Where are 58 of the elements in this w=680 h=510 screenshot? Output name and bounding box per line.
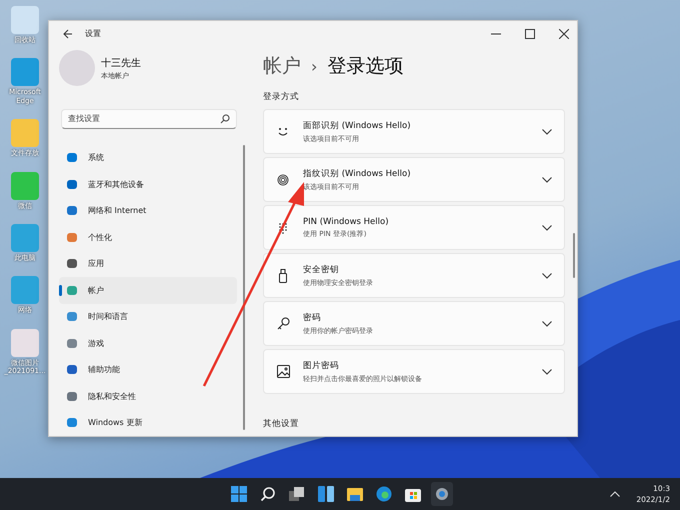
sidebar-item[interactable]: 个性化 xyxy=(59,224,237,250)
category-icon xyxy=(67,365,77,374)
option-title: 安全密钥 xyxy=(303,264,340,276)
category-icon xyxy=(67,418,77,428)
chevron-down-icon xyxy=(542,176,552,182)
category-icon xyxy=(67,392,77,401)
option-title: 面部识别 (Windows Hello) xyxy=(303,120,412,132)
category-icon xyxy=(67,312,77,322)
sidebar-item[interactable]: 游戏 xyxy=(59,330,237,356)
sidebar-item[interactable]: 蓝牙和其他设备 xyxy=(59,171,237,198)
image-thumbnail[interactable] xyxy=(11,328,39,357)
usb-key-icon xyxy=(276,268,290,282)
page-title: 登录选项 xyxy=(327,54,404,79)
key-icon xyxy=(276,317,290,330)
option-title: 指纹识别 (Windows Hello) xyxy=(303,168,412,180)
category-icon xyxy=(67,232,77,242)
category-icon xyxy=(67,338,77,348)
sidebar-item[interactable]: 应用 xyxy=(59,250,237,277)
category-icon xyxy=(67,206,77,216)
sidebar-item[interactable]: 隐私和安全性 xyxy=(59,383,237,410)
scrollbar[interactable] xyxy=(573,233,575,278)
caret-up-icon[interactable] xyxy=(610,491,620,497)
option-title: PIN (Windows Hello) xyxy=(303,216,390,226)
profile-name: 十三先生 xyxy=(101,56,141,70)
image-icon xyxy=(276,365,290,378)
chevron-down-icon xyxy=(542,128,552,134)
maximize-icon[interactable] xyxy=(525,29,535,39)
gear-icon[interactable] xyxy=(431,482,453,506)
back-arrow-icon[interactable] xyxy=(63,28,73,39)
sidebar-item[interactable]: 网络和 Internet xyxy=(59,198,237,224)
category-icon xyxy=(67,153,77,162)
breadcrumb-link[interactable]: 帐户 xyxy=(263,53,301,79)
section-heading: 其他设置 xyxy=(263,418,300,430)
chevron-down-icon xyxy=(542,224,552,230)
chevron-down-icon xyxy=(542,368,552,374)
scrollbar[interactable] xyxy=(243,144,245,430)
sidebar-item[interactable]: Windows 更新 xyxy=(59,410,237,436)
category-icon xyxy=(67,180,77,189)
breadcrumb-separator: › xyxy=(311,56,318,76)
sidebar-item[interactable]: 帐户 xyxy=(59,277,237,304)
chevron-down-icon xyxy=(542,272,552,278)
chevron-down-icon xyxy=(542,320,552,326)
avatar xyxy=(59,50,95,86)
sidebar-item[interactable]: 辅助功能 xyxy=(59,356,237,383)
section-heading: 登录方式 xyxy=(263,91,300,103)
selection-indicator xyxy=(59,285,62,296)
category-icon xyxy=(67,286,77,295)
category-icon xyxy=(67,259,77,268)
fingerprint-icon xyxy=(276,174,290,186)
search-field[interactable]: 查找设置 xyxy=(61,108,237,128)
option-title: 密码 xyxy=(303,312,322,324)
smiley-icon xyxy=(276,126,290,138)
window-title: 设置 xyxy=(85,28,101,40)
sidebar-item[interactable]: 时间和语言 xyxy=(59,304,237,330)
sidebar-item[interactable]: 系统 xyxy=(59,144,237,171)
option-title: 图片密码 xyxy=(303,360,340,372)
close-icon[interactable] xyxy=(559,29,569,39)
search-icon xyxy=(220,114,230,124)
